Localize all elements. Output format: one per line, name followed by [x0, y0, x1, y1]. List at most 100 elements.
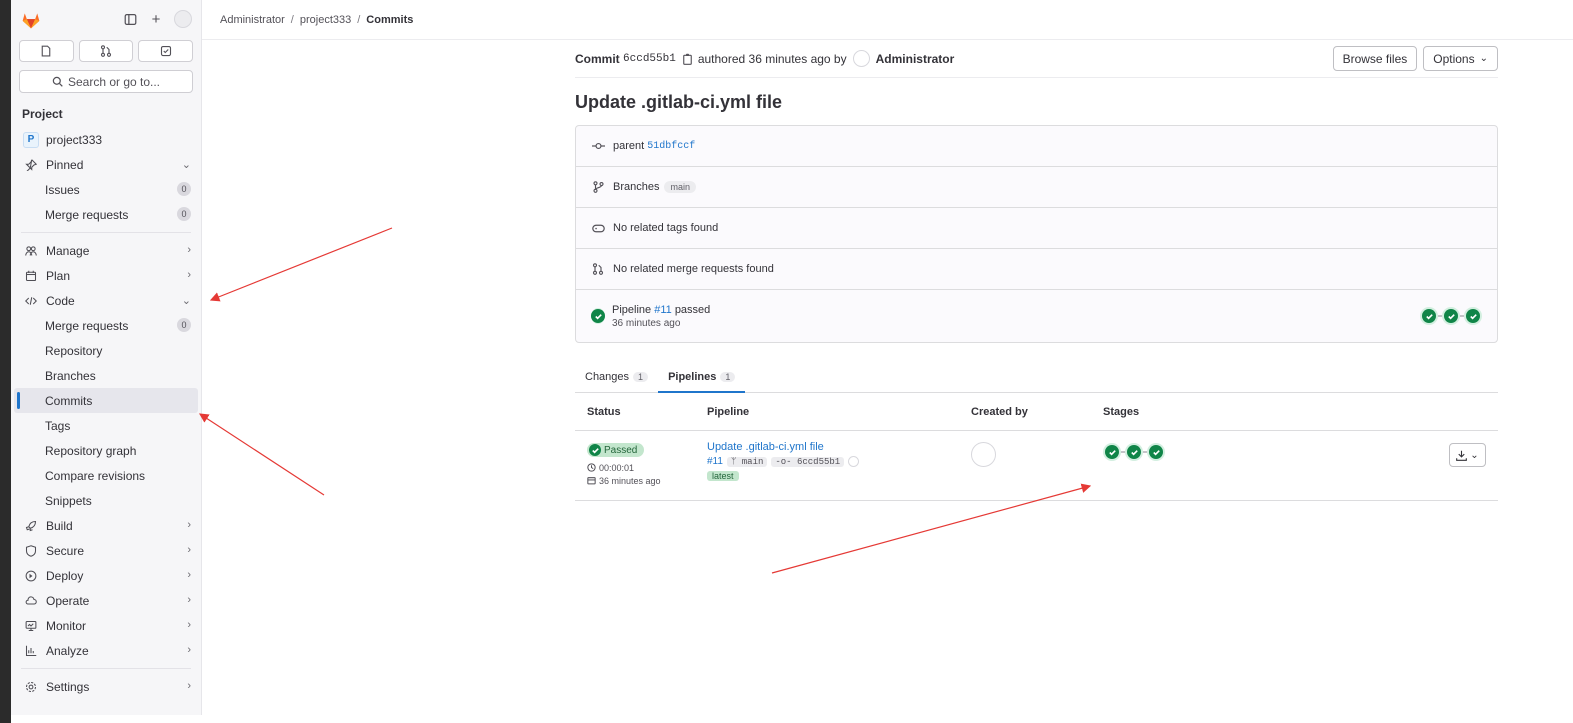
deployments-icon	[23, 568, 39, 584]
tab-label: Changes	[585, 370, 630, 383]
branch-icon: ᛘ	[730, 456, 737, 467]
sidebar-item-code-merge-requests[interactable]: Merge requests 0	[11, 313, 201, 338]
author-avatar[interactable]	[852, 50, 870, 67]
ref-badge[interactable]: ᛘ main	[726, 456, 768, 467]
no-tags-text: No related tags found	[613, 222, 719, 234]
sidebar-item-manage[interactable]: Manage ›	[11, 238, 201, 263]
count-badge: 0	[177, 318, 191, 332]
options-label: Options	[1433, 51, 1475, 66]
commit-author-avatar[interactable]	[848, 456, 860, 467]
user-avatar[interactable]	[174, 10, 192, 28]
sidebar-item-commits[interactable]: Commits	[14, 388, 198, 413]
sidebar-item-branches[interactable]: Branches	[11, 363, 201, 388]
pipeline-id-link[interactable]: #11	[707, 456, 723, 467]
pipeline-title-link[interactable]: Update .gitlab-ci.yml file	[707, 441, 971, 453]
commit-icon	[591, 141, 605, 151]
breadcrumb: Administrator / project333 / Commits	[202, 0, 1573, 40]
tab-pipelines[interactable]: Pipelines 1	[658, 361, 746, 393]
download-artifacts-button[interactable]: ⌄	[1449, 443, 1486, 467]
creator-avatar[interactable]	[971, 442, 996, 467]
sidebar-item-settings[interactable]: Settings ›	[11, 674, 201, 699]
options-dropdown[interactable]: Options ⌄	[1423, 46, 1498, 71]
copy-icon[interactable]	[682, 53, 693, 65]
gitlab-logo-icon[interactable]	[21, 10, 41, 30]
sidebar-item-label: Snippets	[45, 493, 92, 508]
commit-info-box: parent 51dbfccf Branches main No related…	[575, 125, 1498, 343]
browse-files-button[interactable]: Browse files	[1332, 46, 1418, 71]
calendar-icon	[587, 477, 596, 485]
pipeline-prefix: Pipeline	[612, 303, 652, 316]
column-header-created-by: Created by	[971, 405, 1028, 418]
divider	[21, 232, 191, 233]
pipeline-status: passed	[674, 303, 711, 316]
sidebar-item-build[interactable]: Build ›	[11, 513, 201, 538]
sidebar-item-tags[interactable]: Tags	[11, 413, 201, 438]
sidebar-item-label: Deploy	[46, 568, 84, 583]
rocket-icon	[23, 518, 39, 534]
stage-success-icon[interactable]	[1464, 307, 1482, 325]
sidebar-item-code[interactable]: Code ⌄	[11, 288, 201, 313]
chevron-right-icon: ›	[187, 569, 191, 581]
tab-changes[interactable]: Changes 1	[575, 361, 658, 392]
status-success-icon[interactable]	[591, 308, 605, 324]
sidebar-item-secure[interactable]: Secure ›	[11, 538, 201, 563]
sidebar-item-monitor[interactable]: Monitor ›	[11, 613, 201, 638]
shield-icon	[23, 543, 39, 559]
sidebar-item-label: Monitor	[46, 618, 87, 633]
breadcrumb-item[interactable]: project333	[300, 14, 351, 26]
parent-label: parent	[613, 140, 645, 152]
sidebar-item-label: Operate	[46, 593, 90, 608]
sidebar-item-compare-revisions[interactable]: Compare revisions	[11, 463, 201, 488]
create-new-icon[interactable]: +	[148, 11, 164, 28]
chart-icon	[23, 643, 39, 659]
tab-label: Pipelines	[668, 370, 717, 383]
sidebar: + Search or go to... Project P project33…	[11, 0, 202, 715]
gear-icon	[23, 679, 39, 695]
tags-row: No related tags found	[576, 208, 1497, 249]
sidebar-item-snippets[interactable]: Snippets	[11, 488, 201, 513]
sidebar-item-pinned-merge-requests[interactable]: Merge requests 0	[11, 202, 201, 227]
sidebar-item-analyze[interactable]: Analyze ›	[11, 638, 201, 663]
authored-text: authored 36 minutes ago by	[697, 51, 847, 66]
chevron-down-icon: ⌄	[1479, 53, 1488, 64]
sidebar-item-deploy[interactable]: Deploy ›	[11, 563, 201, 588]
pipeline-row: Pipeline #11 passed 36 minutes ago	[576, 290, 1497, 342]
todo-list-button[interactable]	[138, 40, 194, 62]
stage-success-icon[interactable]	[1125, 443, 1143, 461]
status-badge[interactable]: Passed	[587, 443, 645, 457]
pipeline-id-link[interactable]: #11	[654, 304, 672, 316]
annotation-arrow	[198, 413, 325, 496]
branch-badge[interactable]: main	[664, 181, 696, 193]
pipelines-table-header: Status Pipeline Created by Stages	[575, 393, 1498, 431]
sidebar-item-repository[interactable]: Repository	[11, 338, 201, 363]
chevron-right-icon: ›	[187, 544, 191, 556]
breadcrumb-current[interactable]: Commits	[366, 14, 413, 26]
chevron-right-icon: ›	[187, 269, 191, 281]
search-input[interactable]: Search or go to...	[19, 70, 193, 93]
sidebar-item-label: Issues	[45, 182, 80, 197]
breadcrumb-item[interactable]: Administrator	[220, 14, 285, 26]
parent-sha-link[interactable]: 51dbfccf	[647, 141, 695, 152]
merge-requests-button[interactable]	[78, 40, 134, 62]
sidebar-item-repository-graph[interactable]: Repository graph	[11, 438, 201, 463]
assigned-issues-button[interactable]	[19, 40, 74, 62]
ref-label: main	[741, 456, 764, 467]
sha-badge[interactable]: -o- 6ccd55b1	[771, 456, 845, 467]
sidebar-item-operate[interactable]: Operate ›	[11, 588, 201, 613]
thumbtack-icon	[23, 157, 39, 173]
chevron-down-icon: ⌄	[181, 159, 191, 171]
sidebar-toggle-icon[interactable]	[122, 11, 138, 27]
sidebar-item-label: Plan	[46, 268, 71, 283]
sidebar-item-issues[interactable]: Issues 0	[11, 177, 201, 202]
sidebar-item-project[interactable]: P project333	[11, 127, 201, 152]
stage-success-icon[interactable]	[1442, 307, 1460, 325]
sidebar-item-pinned[interactable]: Pinned ⌄	[11, 152, 201, 177]
stage-success-icon[interactable]	[1147, 443, 1165, 461]
stage-success-icon[interactable]	[1103, 443, 1121, 461]
author-name[interactable]: Administrator	[876, 52, 955, 66]
sidebar-item-plan[interactable]: Plan ›	[11, 263, 201, 288]
stage-success-icon[interactable]	[1420, 307, 1438, 325]
sidebar-item-label: Merge requests	[45, 318, 129, 333]
status-success-icon	[589, 444, 601, 456]
table-row: Passed 00:00:01 36 minutes ago Update .g…	[575, 431, 1498, 501]
